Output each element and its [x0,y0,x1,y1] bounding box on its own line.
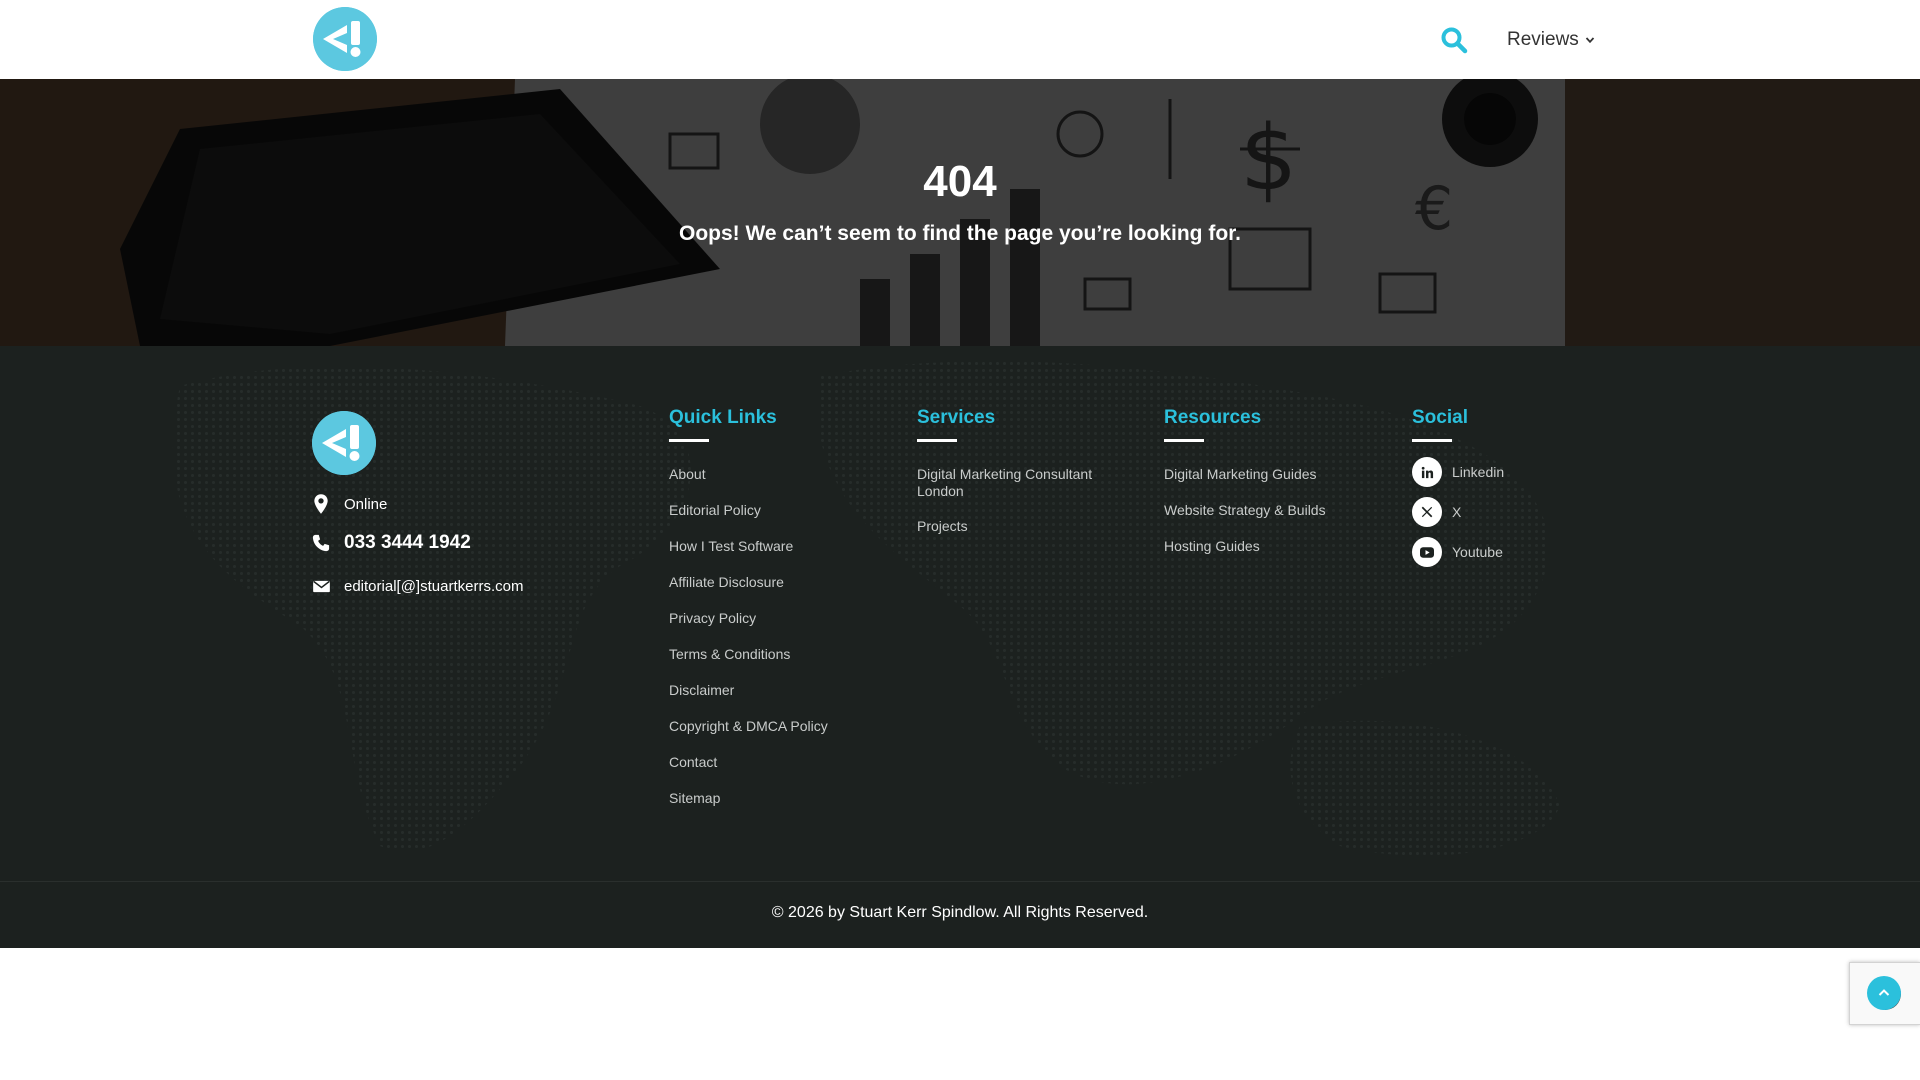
heading-underline [1412,439,1452,442]
social-column: Social Linkedin X Youtube [1412,407,1504,577]
footer-link-projects[interactable]: Projects [917,518,1107,535]
footer-link-marketing-guides[interactable]: Digital Marketing Guides [1164,466,1326,483]
contact-email-text: editorial[@]stuartkerrs.com [344,577,524,595]
social-heading: Social [1412,407,1468,428]
social-link-linkedin[interactable]: Linkedin [1412,457,1504,487]
chevron-down-icon [1585,37,1594,44]
footer-link-privacy-policy[interactable]: Privacy Policy [669,610,828,627]
contact-location-text: Online [344,495,388,513]
hero-banner: $ € 404 Oops! We can’t seem to find the … [0,79,1920,346]
email-icon [312,574,330,598]
contact-phone-text: 033 3444 1942 [344,532,471,553]
location-pin-icon [312,492,330,516]
nav-reviews-menu[interactable]: Reviews [1507,26,1595,54]
quick-links-column: Quick Links About Editorial Policy How I… [669,407,828,826]
heading-underline [1164,439,1204,442]
error-code-title: 404 [923,157,997,206]
back-to-top-button[interactable] [1867,976,1901,1010]
footer-link-how-i-test[interactable]: How I Test Software [669,538,828,555]
copyright-text: © 2026 by Stuart Kerr Spindlow. All Righ… [771,904,1149,921]
footer-link-contact[interactable]: Contact [669,754,828,771]
heading-underline [917,439,957,442]
x-twitter-icon [1412,497,1442,527]
footer-link-hosting-guides[interactable]: Hosting Guides [1164,538,1326,555]
social-label-x: X [1452,503,1462,520]
social-label-linkedin: Linkedin [1452,463,1505,480]
phone-icon [312,531,330,555]
resources-column: Resources Digital Marketing Guides Websi… [1164,407,1326,574]
social-link-x[interactable]: X [1412,497,1504,527]
nav-reviews-label: Reviews [1507,29,1579,50]
footer-link-website-strategy[interactable]: Website Strategy & Builds [1164,502,1326,519]
error-message: Oops! We can’t seem to find the page you… [678,222,1242,245]
footer-link-consultant-london[interactable]: Digital Marketing Consultant London [917,466,1107,500]
quick-links-heading: Quick Links [669,407,777,428]
footer-link-disclaimer[interactable]: Disclaimer [669,682,828,699]
hero-background-image: $ € [0,79,1920,346]
linkedin-icon [1412,457,1442,487]
chevron-up-icon [1878,989,1890,996]
contact-phone[interactable]: 033 3444 1942 [312,531,471,555]
footer-link-terms[interactable]: Terms & Conditions [669,646,828,663]
services-column: Services Digital Marketing Consultant Lo… [917,407,1107,553]
footer-link-affiliate-disclosure[interactable]: Affiliate Disclosure [669,574,828,591]
contact-location: Online [312,492,387,516]
footer-link-about[interactable]: About [669,466,828,483]
site-logo-icon[interactable] [313,7,377,71]
social-label-youtube: Youtube [1452,543,1503,560]
resources-heading: Resources [1164,407,1262,428]
social-link-youtube[interactable]: Youtube [1412,537,1504,567]
site-footer: Online 033 3444 1942 editorial[@]stuartk… [0,346,1920,881]
footer-logo-icon[interactable] [312,411,376,475]
search-icon[interactable] [1440,26,1468,54]
heading-underline [669,439,709,442]
footer-link-editorial-policy[interactable]: Editorial Policy [669,502,828,519]
contact-email[interactable]: editorial[@]stuartkerrs.com [312,574,523,598]
youtube-icon [1412,537,1442,567]
footer-link-copyright-dmca[interactable]: Copyright & DMCA Policy [669,718,828,735]
footer-link-sitemap[interactable]: Sitemap [669,790,828,807]
services-heading: Services [917,407,996,428]
site-header: Reviews [0,0,1920,79]
